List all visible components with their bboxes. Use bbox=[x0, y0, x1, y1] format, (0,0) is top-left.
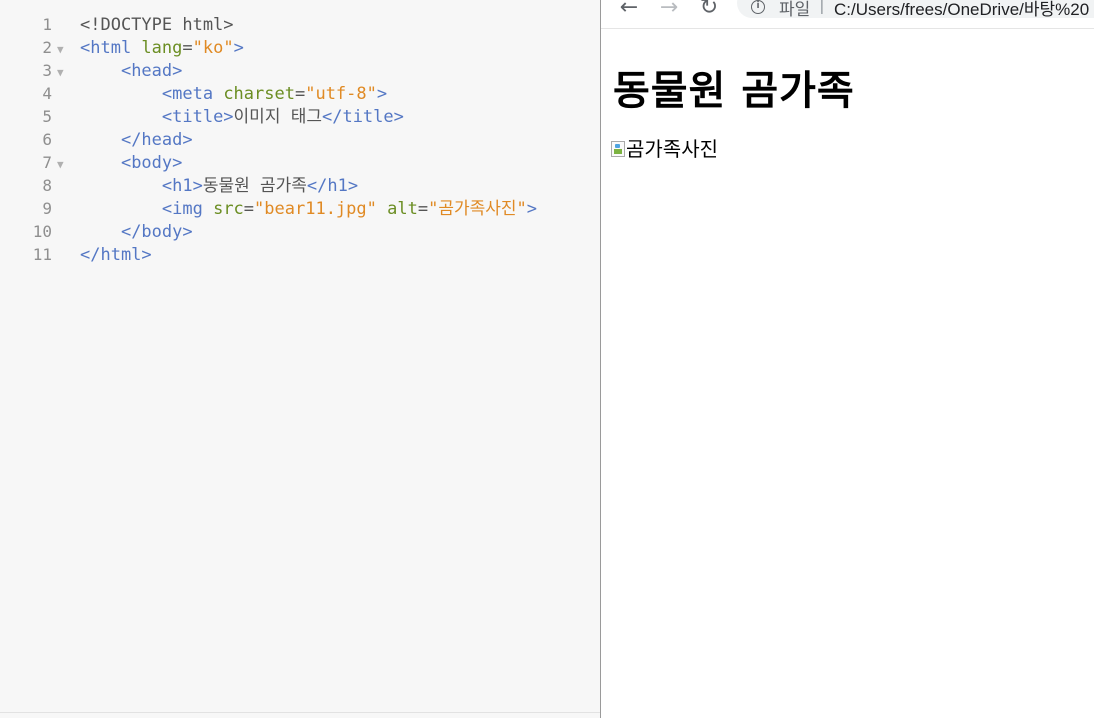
url-separator: | bbox=[819, 0, 825, 15]
code-token: <h1> bbox=[161, 176, 203, 196]
code-token: "곰가족사진" bbox=[428, 199, 527, 219]
fold-toggle-icon[interactable]: ▼ bbox=[52, 61, 80, 84]
code-token: = bbox=[294, 84, 306, 104]
code-token: 동물원 곰가족 bbox=[202, 176, 307, 196]
code-token: "ko" bbox=[192, 38, 234, 58]
code-line[interactable]: 7 ▼ <body> bbox=[0, 151, 182, 174]
line-number: 11 bbox=[32, 245, 52, 264]
code-token: = bbox=[182, 38, 193, 58]
code-token: </h1> bbox=[306, 176, 359, 196]
broken-image: 곰가족사진 bbox=[611, 137, 718, 161]
code-line[interactable]: 11 </html> bbox=[0, 243, 152, 266]
code-token: alt bbox=[387, 199, 418, 219]
code-line[interactable]: 8 <h1>동물원 곰가족</h1> bbox=[0, 174, 358, 197]
fold-toggle-icon[interactable]: ▼ bbox=[52, 38, 80, 61]
code-line[interactable]: 4 <meta charset="utf-8"> bbox=[0, 82, 387, 105]
line-number: 9 bbox=[42, 199, 52, 218]
code-line[interactable]: 6 </head> bbox=[0, 128, 193, 151]
code-editor[interactable]: 1 <!DOCTYPE html> 2 ▼ <html lang="ko"> 3 ▼ <he… bbox=[0, 0, 600, 713]
line-number: 10 bbox=[32, 222, 52, 241]
code-line[interactable]: 3 ▼ <head> bbox=[0, 59, 182, 82]
code-token: src bbox=[213, 199, 244, 219]
code-token: "utf-8" bbox=[305, 84, 377, 104]
line-number: 3 bbox=[42, 61, 52, 80]
code-token: <title> bbox=[161, 107, 234, 127]
code-token: charset bbox=[223, 84, 295, 104]
code-token: <head> bbox=[120, 61, 183, 81]
page-heading: 동물원 곰가족 bbox=[613, 68, 855, 114]
code-line[interactable]: 1 <!DOCTYPE html> bbox=[0, 13, 234, 36]
code-line[interactable]: 10 </body> bbox=[0, 220, 193, 243]
url-text[interactable]: C:/Users/frees/OneDrive/바탕%20 bbox=[834, 0, 1089, 20]
browser-toolbar: ← → ↻ i 파일 | C:/Users/frees/OneDrive/바탕%… bbox=[601, 0, 1094, 29]
fold-toggle-icon[interactable]: ▼ bbox=[52, 153, 80, 176]
code-token: > bbox=[376, 84, 388, 104]
line-number: 7 bbox=[42, 153, 52, 172]
code-token: > bbox=[526, 199, 538, 219]
browser-window: ← → ↻ i 파일 | C:/Users/frees/OneDrive/바탕%… bbox=[600, 0, 1094, 718]
line-number: 6 bbox=[42, 130, 52, 149]
line-number: 4 bbox=[42, 84, 52, 103]
code-token: <meta bbox=[161, 84, 224, 104]
code-token: = bbox=[243, 199, 255, 219]
reload-icon[interactable]: ↻ bbox=[695, 0, 723, 22]
forward-arrow-icon[interactable]: → bbox=[655, 0, 683, 22]
code-token: > bbox=[233, 38, 244, 58]
code-token: </html> bbox=[80, 245, 152, 265]
code-token: <body> bbox=[120, 153, 183, 173]
info-icon[interactable]: i bbox=[751, 0, 765, 14]
line-number: 8 bbox=[42, 176, 52, 195]
code-token: <!DOCTYPE html> bbox=[80, 15, 234, 35]
code-line[interactable]: 2 ▼ <html lang="ko"> bbox=[0, 36, 244, 61]
code-line[interactable]: 5 <title>이미지 태그</title> bbox=[0, 105, 404, 128]
line-number: 5 bbox=[42, 107, 52, 126]
address-bar[interactable]: i 파일 | C:/Users/frees/OneDrive/바탕%20 bbox=[737, 0, 1094, 20]
code-token: </title> bbox=[321, 107, 404, 127]
code-token: </body> bbox=[120, 222, 193, 242]
code-token: <html bbox=[80, 38, 142, 58]
url-scheme-label: 파일 bbox=[779, 0, 811, 20]
broken-image-icon bbox=[611, 141, 625, 157]
line-number: 1 bbox=[42, 15, 52, 34]
code-token: <img bbox=[161, 199, 214, 219]
line-number: 2 bbox=[42, 38, 52, 57]
code-token: = bbox=[417, 199, 429, 219]
code-token: </head> bbox=[120, 130, 193, 150]
code-token: "bear11.jpg" bbox=[254, 199, 377, 219]
back-arrow-icon[interactable]: ← bbox=[615, 0, 643, 22]
image-alt-text: 곰가족사진 bbox=[626, 137, 718, 161]
code-token: 이미지 태그 bbox=[233, 107, 322, 127]
code-line[interactable]: 9 <img src="bear11.jpg" alt="곰가족사진"> bbox=[0, 197, 537, 220]
code-token: lang bbox=[141, 38, 183, 58]
